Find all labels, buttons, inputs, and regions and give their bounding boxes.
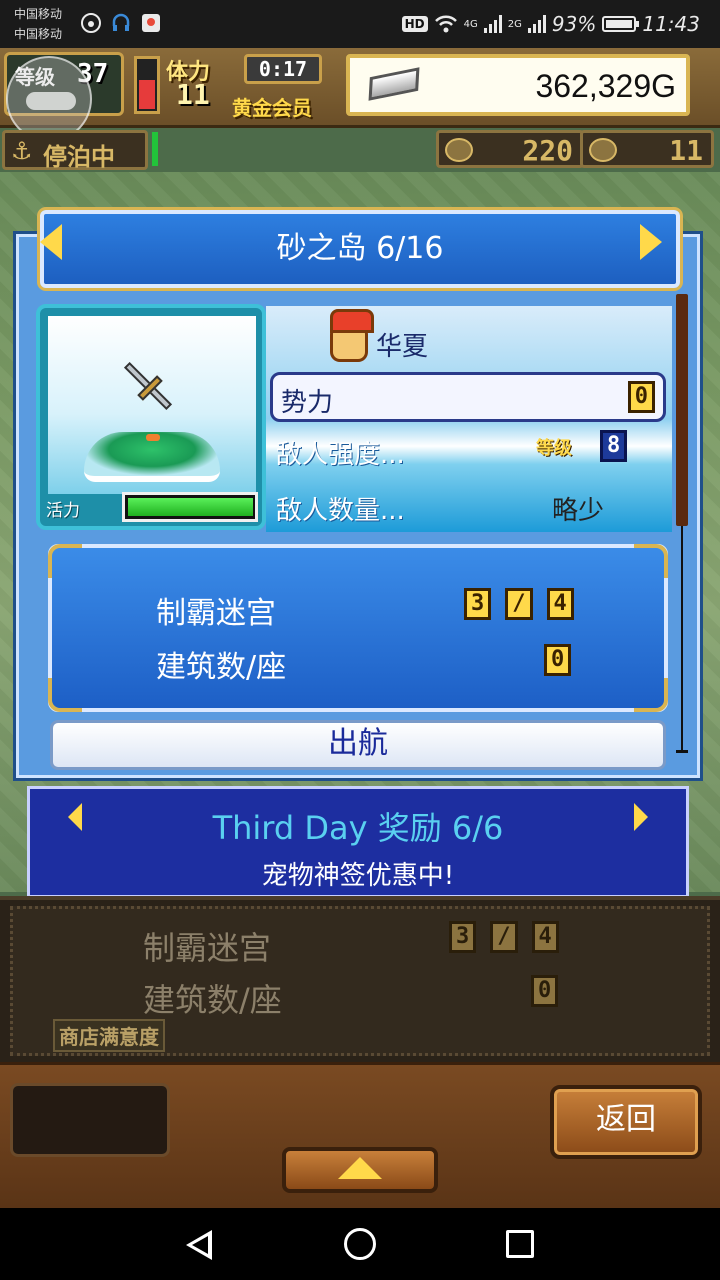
status-indicator: [152, 132, 158, 166]
status-bar: 中国移动 中国移动 HD 4G 2G 93% 11:43: [0, 0, 720, 48]
banner-subtitle: 宠物神签优惠中!: [261, 861, 455, 891]
bg-dungeon-separator: /: [490, 921, 518, 953]
carrier-label: 中国移动: [14, 27, 63, 41]
silver-bar-icon: [368, 67, 420, 101]
dungeon-separator: /: [505, 588, 533, 620]
power-value: 0: [627, 381, 655, 413]
bg-dungeon-label: 制霸迷宫: [143, 929, 272, 967]
bg-dungeon-total: 4: [531, 921, 559, 953]
background-stats-inner: 制霸迷宫 3 / 4 建筑数/座 0 商店满意度: [10, 906, 710, 1056]
set-sail-button[interactable]: 出航: [50, 720, 666, 770]
island-title: 砂之岛 6/16: [276, 231, 444, 266]
battery-icon: [602, 16, 640, 32]
vitality-bar: [122, 492, 258, 522]
dungeon-total: 4: [546, 588, 574, 620]
signal-icon: [483, 15, 502, 33]
corner-ornament: [634, 544, 668, 578]
battery-percent: 93%: [551, 12, 597, 36]
enemy-strength-label: 敌人强度...: [276, 440, 405, 470]
enemy-level-value: 8: [600, 430, 628, 462]
dungeon-conquest-value: 3 / 4: [464, 588, 574, 620]
system-nav-bar: [0, 1208, 720, 1280]
anchor-status-label: 停泊中: [43, 143, 115, 171]
coin-icon: [445, 138, 473, 162]
island-marker: [146, 434, 160, 441]
power-label: 势力: [281, 388, 334, 418]
island-thumbnail: 活力: [36, 304, 266, 530]
stamina-value: 11: [176, 78, 210, 111]
next-island-arrow-icon[interactable]: [640, 224, 662, 260]
nav-recents-icon[interactable]: [506, 1230, 534, 1258]
dialog-scrollbar[interactable]: [676, 294, 688, 754]
resource-value: 11: [669, 134, 703, 167]
signal-icon: [527, 15, 546, 33]
corner-ornament: [634, 678, 668, 712]
expand-up-button[interactable]: [282, 1147, 438, 1193]
anchor-icon: ⚓: [11, 137, 33, 165]
island-title-bar: 砂之岛 6/16: [40, 210, 680, 288]
banner-title: Third Day 奖励 6/6: [212, 809, 504, 847]
hud-secondary: ⚓ 停泊中 220 11: [0, 128, 720, 172]
hd-badge: HD: [401, 16, 428, 32]
stamina-gauge: [134, 56, 160, 114]
game-hud: 等级 37 体力 11 0:17 黄金会员 362,329G: [0, 48, 720, 142]
money-display: 362,329G: [346, 54, 690, 116]
dungeon-conquered: 3: [464, 588, 492, 620]
footer-bar: 返回: [0, 1062, 720, 1208]
corner-ornament: [48, 544, 82, 578]
resource-box: 220: [436, 130, 584, 168]
scrollbar-thumb[interactable]: [676, 294, 688, 526]
back-button[interactable]: 返回: [550, 1085, 702, 1159]
leader-name: 华夏: [376, 332, 429, 362]
nav-home-icon[interactable]: [344, 1228, 376, 1260]
nav-back-icon[interactable]: [186, 1230, 212, 1260]
vitality-label: 活力: [46, 501, 80, 521]
bg-building-value-wrap: 0: [531, 975, 559, 1007]
gold-member-badge[interactable]: 黄金会员: [232, 92, 312, 121]
anchor-status[interactable]: ⚓ 停泊中: [2, 130, 148, 171]
background-stats-panel: 制霸迷宫 3 / 4 建筑数/座 0 商店满意度: [0, 896, 720, 1066]
leader-portrait-icon: [330, 309, 374, 362]
weibo-icon: [81, 13, 101, 33]
shop-satisfaction-label: 商店满意度: [53, 1019, 165, 1052]
island-stats-panel: 制霸迷宫 3 / 4 建筑数/座 0: [48, 544, 668, 712]
corner-ornament: [48, 678, 82, 712]
scrollbar-end: [676, 750, 688, 753]
enemy-level-tag: 等级: [536, 438, 572, 459]
stamina-timer: 0:17: [244, 54, 322, 84]
clock: 11:43: [642, 12, 700, 36]
scrollbar-rail: [681, 526, 683, 752]
enemy-count-value: 略少: [552, 496, 605, 526]
dungeon-conquest-label: 制霸迷宫: [156, 596, 276, 631]
money-value: 362,329G: [535, 68, 676, 104]
building-count-value: 0: [544, 644, 572, 676]
bg-building-value: 0: [531, 975, 559, 1007]
building-count-value-wrap: 0: [544, 644, 572, 676]
island-picture: [48, 316, 256, 494]
status-right: HD 4G 2G 93% 11:43: [401, 10, 700, 38]
prev-island-arrow-icon[interactable]: [40, 224, 62, 260]
network-type: 2G: [507, 18, 522, 30]
medal-icon: [589, 138, 617, 162]
enemy-count-label: 敌人数量...: [276, 496, 405, 526]
empty-slot: [10, 1083, 170, 1157]
resource-value: 220: [522, 134, 573, 167]
wifi-icon: [434, 15, 457, 33]
resource-box: 11: [580, 130, 714, 168]
power-row[interactable]: 势力 0: [270, 372, 666, 422]
network-type: 4G: [463, 18, 478, 30]
headset-icon: [112, 13, 130, 31]
carrier-label: 中国移动: [14, 7, 63, 21]
bg-building-label: 建筑数/座: [143, 981, 282, 1019]
up-arrow-icon: [338, 1157, 382, 1179]
bg-dungeon-conquered: 3: [449, 921, 477, 953]
island-info-panel: 华夏 势力 0 敌人强度... 等级 8 敌人数量... 略少: [266, 306, 672, 532]
building-count-label: 建筑数/座: [156, 650, 287, 685]
bg-dungeon-value: 3 / 4: [449, 921, 559, 953]
map-icon: [142, 14, 160, 32]
event-banner[interactable]: Third Day 奖励 6/6 宠物神签优惠中!: [27, 786, 689, 898]
